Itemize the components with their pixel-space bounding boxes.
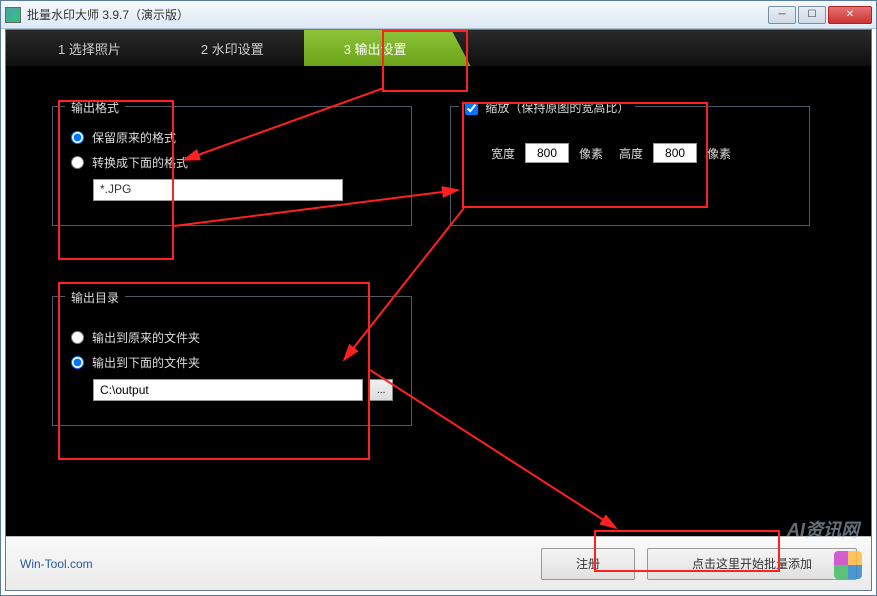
- format-select[interactable]: *.JPG: [93, 179, 343, 201]
- radio-original-folder-input[interactable]: [71, 331, 84, 344]
- width-input[interactable]: [525, 143, 569, 163]
- output-directory-legend: 输出目录: [65, 289, 125, 306]
- register-button[interactable]: 注册: [541, 548, 635, 580]
- height-label: 高度: [619, 145, 643, 162]
- wizard-tabs: 1 选择照片 2 水印设置 3 输出设置: [6, 30, 871, 66]
- output-format-group: 输出格式 保留原来的格式 转换成下面的格式 *.JPG: [52, 106, 412, 226]
- scale-group: 缩放（保持原图的宽高比） 宽度 像素 高度 像素: [450, 106, 810, 226]
- maximize-button[interactable]: ☐: [798, 6, 826, 24]
- radio-custom-folder-input[interactable]: [71, 356, 84, 369]
- height-unit: 像素: [707, 145, 731, 162]
- radio-custom-folder[interactable]: 输出到下面的文件夹: [71, 354, 393, 371]
- output-format-legend: 输出格式: [65, 99, 125, 116]
- output-path-input[interactable]: [93, 379, 363, 401]
- footer-bar: Win-Tool.com 注册 点击这里开始批量添加: [6, 536, 871, 590]
- app-icon: [5, 7, 21, 23]
- radio-convert-format-input[interactable]: [71, 156, 84, 169]
- tab-select-photos[interactable]: 1 选择照片: [6, 30, 161, 66]
- output-directory-group: 输出目录 输出到原来的文件夹 输出到下面的文件夹 ...: [52, 296, 412, 426]
- height-input[interactable]: [653, 143, 697, 163]
- output-settings-panel: 输出格式 保留原来的格式 转换成下面的格式 *.JPG: [6, 66, 871, 536]
- window-title: 批量水印大师 3.9.7（演示版）: [27, 6, 766, 23]
- close-button[interactable]: ✕: [828, 6, 872, 24]
- vendor-link[interactable]: Win-Tool.com: [20, 557, 93, 571]
- minimize-button[interactable]: ─: [768, 6, 796, 24]
- start-batch-button[interactable]: 点击这里开始批量添加: [647, 548, 857, 580]
- width-label: 宽度: [491, 145, 515, 162]
- content: 1 选择照片 2 水印设置 3 输出设置 输出格式 保留原来的格式 转换成下面的…: [5, 29, 872, 591]
- radio-keep-format-input[interactable]: [71, 131, 84, 144]
- tab-output-settings[interactable]: 3 输出设置: [304, 30, 447, 66]
- app-window: 批量水印大师 3.9.7（演示版） ─ ☐ ✕ 1 选择照片 2 水印设置 3 …: [0, 0, 877, 596]
- radio-keep-format[interactable]: 保留原来的格式: [71, 129, 393, 146]
- tab-watermark-settings[interactable]: 2 水印设置: [161, 30, 304, 66]
- browse-button[interactable]: ...: [369, 379, 393, 401]
- scale-checkbox[interactable]: [465, 102, 478, 115]
- width-unit: 像素: [579, 145, 603, 162]
- watermark-text: AI资讯网: [787, 516, 859, 542]
- radio-convert-format[interactable]: 转换成下面的格式: [71, 154, 393, 171]
- radio-original-folder[interactable]: 输出到原来的文件夹: [71, 329, 393, 346]
- scale-legend: 缩放（保持原图的宽高比）: [459, 99, 635, 116]
- titlebar: 批量水印大师 3.9.7（演示版） ─ ☐ ✕: [1, 1, 876, 29]
